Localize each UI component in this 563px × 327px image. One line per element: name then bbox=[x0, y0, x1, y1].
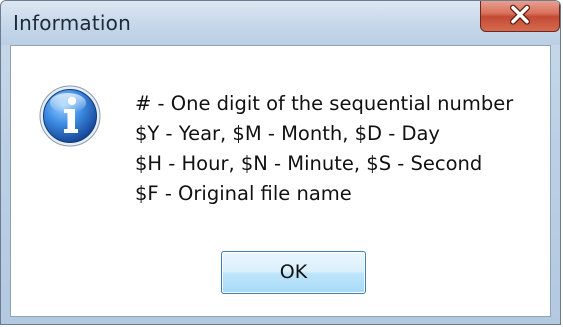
title-bar[interactable]: Information bbox=[1, 1, 560, 45]
dialog-content: # - One digit of the sequential number $… bbox=[10, 45, 551, 317]
message-line-3: $H - Hour, $N - Minute, $S - Second bbox=[135, 152, 483, 175]
message-line-2: $Y - Year, $M - Month, $D - Day bbox=[135, 122, 440, 145]
info-icon bbox=[39, 85, 101, 147]
close-button[interactable] bbox=[480, 1, 560, 32]
information-dialog: Information # - One digit of the sequent… bbox=[0, 0, 561, 325]
message-text: # - One digit of the sequential number $… bbox=[135, 89, 513, 209]
message-line-1: # - One digit of the sequential number bbox=[135, 92, 514, 115]
window-title: Information bbox=[13, 11, 131, 35]
close-icon bbox=[510, 4, 530, 25]
ok-button[interactable]: OK bbox=[221, 251, 366, 294]
message-line-4: $F - Original file name bbox=[135, 182, 352, 205]
